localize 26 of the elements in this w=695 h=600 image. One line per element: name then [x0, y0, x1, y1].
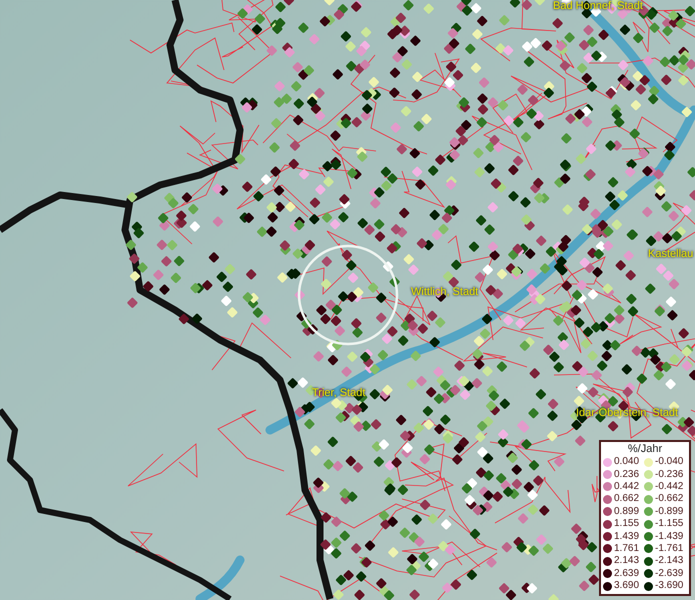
legend-value: -0.442 — [655, 480, 684, 493]
legend-value: -1.155 — [655, 518, 684, 530]
legend-value: 0.442 — [614, 480, 640, 493]
legend-value: 0.899 — [614, 506, 640, 518]
legend-value: -2.143 — [655, 555, 684, 568]
legend-value: -1.439 — [655, 530, 684, 543]
legend-value: -0.662 — [655, 493, 684, 506]
legend-title: %/Jahr — [626, 443, 664, 456]
legend-value: -0.236 — [655, 468, 684, 481]
legend-value: -1.761 — [655, 542, 684, 555]
legend-value: -2.639 — [655, 568, 684, 580]
legend-value: -3.690 — [655, 580, 684, 592]
legend-value: 2.639 — [614, 568, 640, 580]
legend-value: -0.040 — [655, 456, 684, 468]
place-label: Kastellau — [648, 248, 694, 261]
legend-value: 1.155 — [614, 518, 640, 530]
place-label: Wittlich, Stadt — [411, 286, 478, 299]
legend-value: 0.236 — [614, 468, 640, 481]
legend-value: 3.690 — [614, 580, 640, 592]
legend-value: -0.899 — [655, 506, 684, 518]
map-view[interactable] — [0, 0, 695, 600]
legend-value: 0.040 — [614, 456, 640, 468]
legend-value: 2.143 — [614, 555, 640, 568]
legend-value: 1.761 — [614, 542, 640, 555]
legend-value: 1.439 — [614, 530, 640, 543]
legend-value: 0.662 — [614, 493, 640, 506]
